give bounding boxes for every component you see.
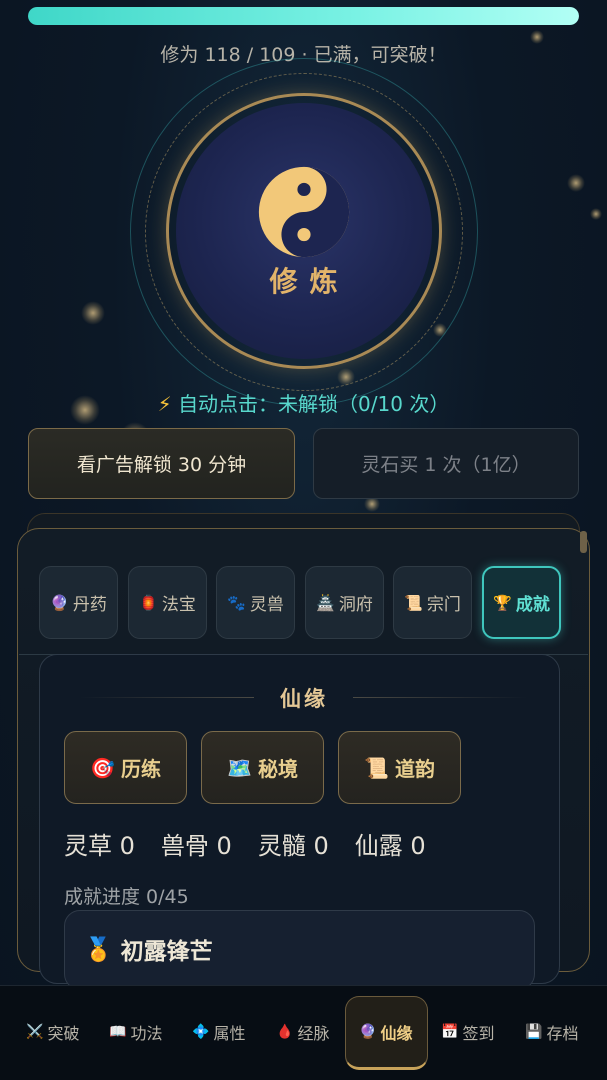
nav-item-2[interactable]: 💠 属性 [192, 1020, 245, 1044]
floppy-disk-icon: 💾 [525, 1024, 543, 1040]
tab-label: 洞府 [338, 595, 373, 615]
scroll-icon: 📜 [404, 593, 423, 612]
tab-2[interactable]: 🐾 灵兽 [216, 566, 295, 639]
resource-item: 兽骨 0 [160, 832, 232, 860]
watch-ad-unlock-button[interactable]: 看广告解锁 30 分钟 [28, 428, 295, 499]
nav-label: 功法 [130, 1024, 163, 1043]
nav-label: 存档 [546, 1024, 579, 1043]
target-icon: 🎯 [90, 755, 115, 780]
nav-item-3[interactable]: 🩸 经脉 [276, 1020, 329, 1044]
achievement-title: 🏅 初露锋芒 [84, 932, 213, 966]
cultivation-progress-bar [28, 7, 579, 25]
nav-item-5[interactable]: 📅 签到 [441, 1020, 494, 1044]
paw-icon: 🐾 [227, 593, 246, 612]
nav-label: 仙缘 [380, 1024, 413, 1043]
nav-label: 突破 [47, 1024, 80, 1043]
tab-label: 丹药 [72, 595, 107, 615]
glow-particle [567, 174, 585, 192]
crossed-swords-icon: ⚔️ [26, 1024, 44, 1040]
section-divider-right [353, 697, 527, 698]
auto-click-status: ⚡ 自动点击：未解锁（0/10 次） [0, 388, 607, 417]
section-button-label: 历练 [120, 757, 161, 781]
nav-item-0[interactable]: ⚔️ 突破 [26, 1020, 79, 1044]
tab-label: 宗门 [426, 595, 461, 615]
medal-icon: 🏅 [84, 936, 113, 963]
tab-1[interactable]: 🏮 法宝 [128, 566, 207, 639]
diamond-icon: 💠 [192, 1024, 210, 1040]
nav-label: 经脉 [297, 1024, 330, 1043]
resource-item: 灵草 0 [64, 832, 135, 860]
glow-particle [590, 208, 602, 220]
auto-click-text: 自动点击：未解锁（0/10 次） [178, 392, 450, 416]
spirit-stone-buy-button[interactable]: 灵石买 1 次（1亿） [313, 428, 579, 499]
panel-scrollbar[interactable] [580, 531, 587, 553]
tab-label: 法宝 [161, 595, 196, 615]
nav-label: 签到 [462, 1024, 495, 1043]
castle-icon: 🏯 [316, 593, 335, 612]
tab-label: 成就 [515, 595, 550, 615]
section-button-label: 道韵 [394, 757, 435, 781]
calendar-icon: 📅 [441, 1024, 459, 1040]
lightning-icon: ⚡ [157, 392, 172, 416]
tab-5[interactable]: 🏆 成就 [482, 566, 561, 639]
section-button-1[interactable]: 🗺️ 秘境 [201, 731, 324, 804]
book-icon: 📖 [109, 1024, 127, 1040]
map-icon: 🗺️ [227, 755, 252, 780]
nav-label: 属性 [213, 1024, 246, 1043]
yin-yang-icon [258, 166, 350, 258]
resource-list: 灵草 0 兽骨 0 灵髓 0 仙露 0 [64, 826, 426, 861]
glow-particle [81, 301, 105, 325]
nav-item-1[interactable]: 📖 功法 [109, 1020, 162, 1044]
tab-4[interactable]: 📜 宗门 [393, 566, 472, 639]
crystal-ball-icon: 🔮 [50, 593, 69, 612]
drop-icon: 🩸 [276, 1024, 294, 1040]
cultivation-progress-fill [28, 7, 579, 25]
achievement-name: 初露锋芒 [120, 939, 213, 965]
resource-item: 仙露 0 [354, 832, 426, 860]
tab-0[interactable]: 🔮 丹药 [39, 566, 118, 639]
section-divider-left [80, 697, 254, 698]
crystal-ball-icon: 🔮 [359, 1024, 377, 1040]
section-button-2[interactable]: 📜 道韵 [338, 731, 461, 804]
nav-item-4[interactable]: 🔮 仙缘 [359, 1020, 412, 1044]
lantern-icon: 🏮 [139, 593, 158, 612]
cultivate-label[interactable]: 修炼 [0, 260, 607, 300]
nav-item-6[interactable]: 💾 存档 [525, 1020, 578, 1044]
section-button-label: 秘境 [257, 757, 298, 781]
scroll-icon: 📜 [364, 755, 389, 780]
tab-label: 灵兽 [249, 595, 284, 615]
section-title: 仙缘 [280, 687, 328, 711]
section-button-0[interactable]: 🎯 历练 [64, 731, 187, 804]
resource-item: 灵髓 0 [257, 832, 329, 860]
achievement-progress-text: 成就进度 0/45 [64, 886, 189, 908]
trophy-icon: 🏆 [493, 593, 512, 612]
tab-3[interactable]: 🏯 洞府 [305, 566, 384, 639]
